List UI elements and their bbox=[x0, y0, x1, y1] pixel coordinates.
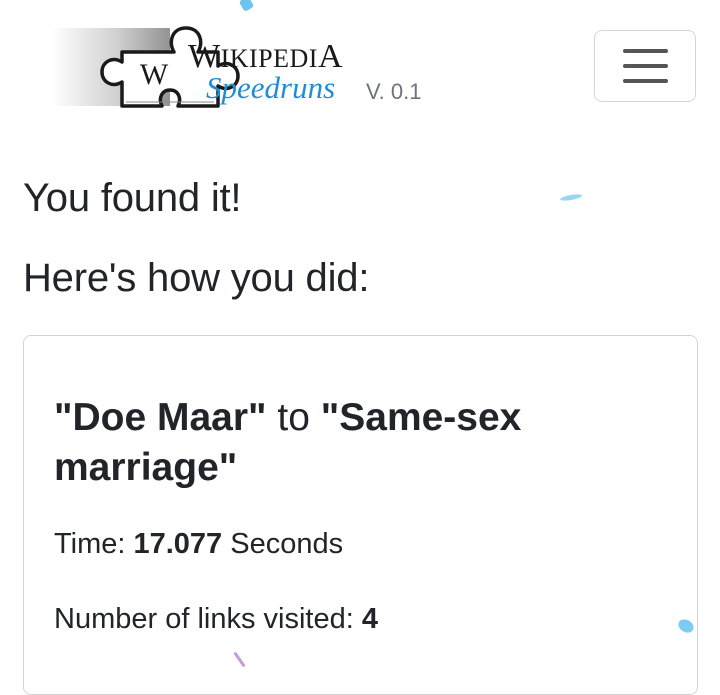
hamburger-menu-icon bbox=[623, 49, 668, 83]
navbar: W WIKIPEDIA Speedruns V. 0.1 bbox=[0, 0, 720, 130]
confetti-piece bbox=[559, 193, 583, 202]
puzzle-letter: W bbox=[140, 58, 169, 91]
time-label: Time: bbox=[54, 528, 134, 560]
links-label: Number of links visited: bbox=[54, 603, 362, 635]
logo-speedruns-subtitle: Speedruns bbox=[206, 70, 336, 105]
start-article: "Doe Maar" bbox=[54, 396, 267, 439]
route-title: "Doe Maar" to "Same-sex marriage" bbox=[54, 393, 654, 493]
time-unit: Seconds bbox=[222, 528, 344, 560]
time-value: 17.077 bbox=[133, 528, 223, 560]
results-heading: Here's how you did: bbox=[23, 256, 370, 300]
route-connector: to bbox=[266, 396, 321, 439]
wikipedia-speedruns-logo[interactable]: W WIKIPEDIA Speedruns bbox=[52, 22, 372, 112]
links-value: 4 bbox=[361, 603, 378, 635]
found-heading: You found it! bbox=[23, 176, 242, 220]
links-visited-stat: Number of links visited: 4 bbox=[54, 603, 378, 636]
time-stat: Time: 17.077 Seconds bbox=[54, 528, 343, 561]
menu-toggle-button[interactable] bbox=[594, 30, 696, 102]
result-card: "Doe Maar" to "Same-sex marriage" Time: … bbox=[23, 335, 698, 695]
version-label: V. 0.1 bbox=[366, 79, 422, 104]
